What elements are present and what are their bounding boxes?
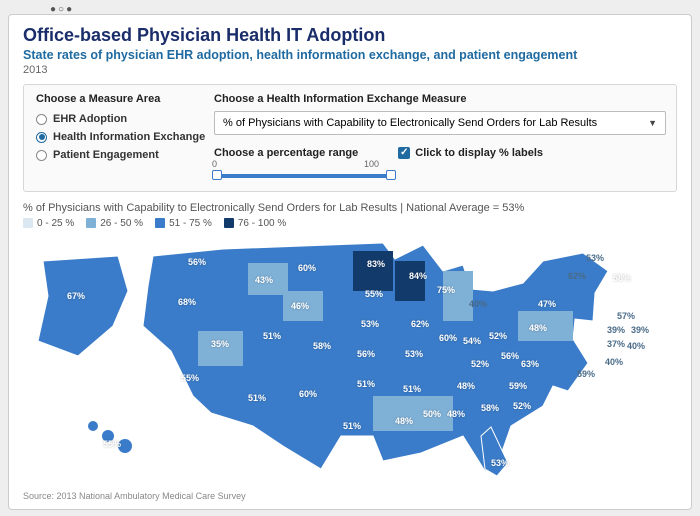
us-map-svg (23, 231, 683, 491)
radio-label: EHR Adoption (53, 113, 127, 125)
slider-min-label: 0 (212, 159, 217, 169)
slider-max-label: 100 (364, 159, 379, 169)
radio-icon (36, 150, 47, 161)
source-citation: Source: 2013 National Ambulatory Medical… (23, 491, 677, 501)
us-map[interactable]: 67% 55% 56% 68% 55% 43% 35% 60% 46% 51% … (23, 231, 677, 491)
slider-handle-right[interactable] (386, 170, 396, 180)
legend-summary: % of Physicians with Capability to Elect… (23, 202, 677, 214)
range-heading: Choose a percentage range (214, 147, 358, 159)
page-subtitle: State rates of physician EHR adoption, h… (23, 48, 677, 62)
controls-panel: Choose a Measure Area EHR Adoption Healt… (23, 84, 677, 192)
radio-ehr-adoption[interactable]: EHR Adoption (36, 113, 206, 125)
radio-label: Patient Engagement (53, 149, 159, 161)
radio-patient-engagement[interactable]: Patient Engagement (36, 149, 206, 161)
page-year: 2013 (23, 64, 677, 76)
legend-swatch (86, 218, 96, 228)
slider-fill (214, 174, 394, 178)
legend-item: 51 - 75 % (155, 218, 212, 229)
check-icon: ✓ (398, 147, 410, 159)
measure-area-heading: Choose a Measure Area (36, 93, 206, 105)
legend-swatch (224, 218, 234, 228)
chevron-down-icon: ▼ (648, 118, 657, 128)
legend-item: 26 - 50 % (86, 218, 143, 229)
hie-measure-heading: Choose a Health Information Exchange Mea… (214, 93, 666, 105)
legend-swatch (23, 218, 33, 228)
legend: 0 - 25 % 26 - 50 % 51 - 75 % 76 - 100 % (23, 218, 677, 229)
page-container: Office-based Physician Health IT Adoptio… (8, 14, 692, 510)
legend-item: 0 - 25 % (23, 218, 74, 229)
slider-handle-left[interactable] (212, 170, 222, 180)
legend-swatch (155, 218, 165, 228)
checkbox-label: Click to display % labels (415, 147, 543, 159)
display-labels-checkbox[interactable]: ✓ Click to display % labels (398, 147, 543, 159)
radio-icon (36, 114, 47, 125)
select-value: % of Physicians with Capability to Elect… (223, 117, 597, 129)
radio-health-info-exchange[interactable]: Health Information Exchange (36, 131, 206, 143)
page-title: Office-based Physician Health IT Adoptio… (23, 25, 677, 46)
radio-icon (36, 132, 47, 143)
legend-item: 76 - 100 % (224, 218, 286, 229)
hie-measure-select[interactable]: % of Physicians with Capability to Elect… (214, 111, 666, 135)
radio-label: Health Information Exchange (53, 131, 205, 143)
percentage-range-slider[interactable]: 0 100 (214, 169, 394, 183)
